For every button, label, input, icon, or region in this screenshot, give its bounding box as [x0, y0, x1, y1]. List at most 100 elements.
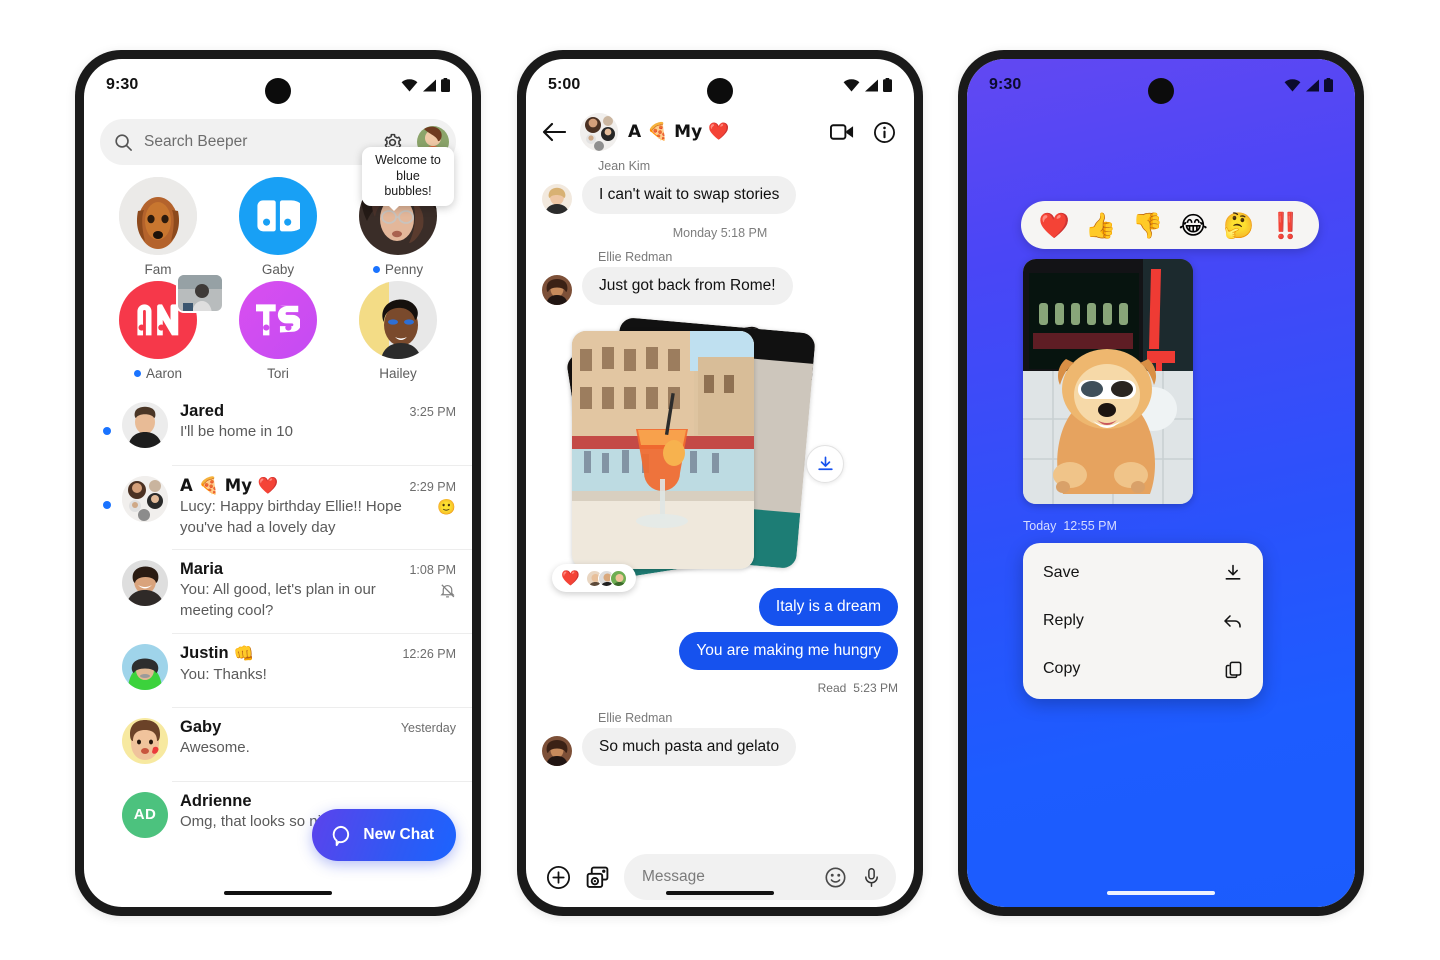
avatar: [122, 402, 168, 448]
jared-photo: [122, 402, 168, 448]
battery-icon: [441, 78, 450, 92]
avatar: [542, 184, 572, 214]
menu-label: Copy: [1043, 660, 1081, 677]
sender-name: Ellie Redman: [598, 711, 673, 725]
favorite-gaby[interactable]: Gaby: [218, 177, 338, 277]
reaction-thinking-icon[interactable]: 🤔: [1223, 213, 1254, 238]
favorite-hailey[interactable]: Hailey: [338, 281, 458, 381]
reply-arrow-icon: [1222, 611, 1243, 631]
avatar: AD: [122, 791, 168, 838]
microphone-icon[interactable]: [861, 866, 882, 889]
message-incoming: I can't wait to swap stories: [542, 176, 898, 214]
info-icon[interactable]: [873, 121, 896, 144]
group-avatar[interactable]: [580, 113, 618, 151]
reactor-avatar: [609, 569, 627, 587]
activity-badge-image: [176, 273, 224, 313]
photo-attachment-stack[interactable]: ❤️: [544, 316, 898, 592]
conversation-header: A 🍕 My ❤️: [526, 111, 914, 159]
chat-header-line: Adrienne: [180, 792, 456, 811]
sender-name: Jean Kim: [598, 159, 651, 173]
message-bubble: So much pasta and gelato: [582, 728, 797, 766]
chat-name: Maria: [180, 560, 224, 579]
chat-row-gaby[interactable]: Gaby Yesterday Awesome.: [84, 706, 472, 781]
message-incoming: Just got back from Rome!: [542, 267, 898, 305]
group-avatar-cluster: [122, 476, 168, 522]
chat-preview: I'll be home in 10: [180, 423, 293, 440]
favorite-aaron[interactable]: Aaron: [98, 273, 224, 381]
reaction-laughing-icon[interactable]: 😂: [1179, 213, 1208, 238]
outgoing-messages: Italy is a dream You are making me hungr…: [542, 588, 898, 695]
context-menu-item-copy[interactable]: Copy: [1023, 645, 1263, 693]
avatar: [119, 177, 197, 255]
avatar: [542, 736, 572, 766]
chat-bubble-icon: [333, 825, 350, 846]
jean-kim-photo: [542, 184, 572, 214]
unread-dot: [372, 266, 380, 273]
front-camera-icon: [265, 78, 291, 104]
read-status: Read: [817, 681, 847, 695]
favorite-tori[interactable]: Tori: [218, 281, 338, 381]
chat-header-line: Maria 1:08 PM: [180, 560, 456, 579]
chat-row-jared[interactable]: Jared 3:25 PM I'll be home in 10: [84, 391, 472, 465]
chat-name: Jared: [180, 402, 225, 420]
download-button[interactable]: [806, 445, 844, 483]
signal-icon: [423, 79, 436, 91]
status-time: 9:30: [989, 76, 1022, 93]
message-bubble: Italy is a dream: [758, 588, 898, 626]
favorite-label: Hailey: [379, 366, 417, 381]
reaction-thumbs-up-icon[interactable]: 👍: [1085, 213, 1116, 238]
chat-name: A 🍕 My ❤️: [180, 476, 279, 495]
maria-photo: [122, 560, 168, 607]
reaction-thumbs-down-icon[interactable]: 👎: [1132, 213, 1163, 238]
chat-row-maria[interactable]: Maria 1:08 PM You: All good, let's plan …: [84, 549, 472, 632]
timestamp-time: 12:55 PM: [1063, 519, 1117, 533]
chat-time: 12:26 PM: [402, 647, 456, 662]
wifi-icon: [401, 78, 418, 91]
favorite-label: Tori: [267, 366, 289, 381]
favorite-penny[interactable]: Welcome to blue bubbles! Penny: [338, 147, 458, 277]
photo-message[interactable]: [1023, 259, 1193, 504]
context-menu-item-reply[interactable]: Reply: [1023, 597, 1263, 645]
photo-card-front: [572, 331, 754, 569]
chat-content: Justin 👊 12:26 PM You: Thanks!: [180, 644, 456, 686]
badge-photo: [178, 275, 222, 311]
back-arrow-icon[interactable]: [542, 121, 566, 143]
emoji-smiley-icon[interactable]: [824, 866, 847, 889]
avatar: [239, 281, 317, 359]
chat-row-justin[interactable]: Justin 👊 12:26 PM You: Thanks!: [84, 632, 472, 707]
chat-row-group[interactable]: A 🍕 My ❤️ 2:29 PM Lucy: Happy birthday E…: [84, 465, 472, 549]
chat-content: A 🍕 My ❤️ 2:29 PM Lucy: Happy birthday E…: [180, 476, 456, 538]
chat-content: Gaby Yesterday Awesome.: [180, 718, 456, 759]
phone-1-screen: 9:30 Search Beeper Fam Gaby Welcome to b…: [84, 59, 472, 907]
chat-preview: You: Thanks!: [180, 665, 267, 683]
reaction-picker[interactable]: ❤️ 👍 👎 😂 🤔 ‼️: [1021, 201, 1319, 249]
reaction-heart-icon[interactable]: ❤️: [1039, 213, 1070, 238]
chat-header-line: Justin 👊 12:26 PM: [180, 644, 456, 664]
timestamp-day: Today: [1023, 519, 1057, 533]
monogram-gb: [239, 177, 317, 255]
reaction-pill[interactable]: ❤️: [552, 564, 636, 592]
chat-name: Gaby: [180, 717, 222, 736]
chat-name: Adrienne: [180, 791, 252, 810]
unread-dot: [103, 427, 111, 435]
plus-circle-icon[interactable]: [546, 865, 571, 890]
hailey-photo: [359, 281, 437, 359]
message-bubble: I can't wait to swap stories: [582, 176, 797, 214]
photo-camera-icon[interactable]: [585, 865, 610, 890]
favorite-fam[interactable]: Fam: [98, 177, 218, 277]
status-bar: 9:30: [84, 59, 472, 111]
new-chat-button[interactable]: New Chat: [312, 809, 456, 861]
home-indicator: [1107, 890, 1215, 895]
reaction-exclamation-icon[interactable]: ‼️: [1270, 213, 1301, 238]
search-input[interactable]: Search Beeper: [144, 133, 367, 151]
conversation-title: A 🍕 My ❤️: [628, 122, 730, 142]
chat-preview: Lucy: Happy birthday Ellie!! Hope you've…: [180, 498, 456, 536]
conversation-view: 5:00 A 🍕 My ❤️ Jean Kim I can't wait to …: [526, 59, 914, 907]
status-bar: 9:30: [967, 59, 1355, 111]
chat-time: 3:25 PM: [409, 405, 456, 419]
phone-2-screen: 5:00 A 🍕 My ❤️ Jean Kim I can't wait to …: [526, 59, 914, 907]
dog-photo: [119, 177, 197, 255]
context-menu-item-save[interactable]: Save: [1023, 549, 1263, 597]
message-incoming: So much pasta and gelato: [542, 728, 898, 766]
video-call-icon[interactable]: [830, 122, 855, 142]
